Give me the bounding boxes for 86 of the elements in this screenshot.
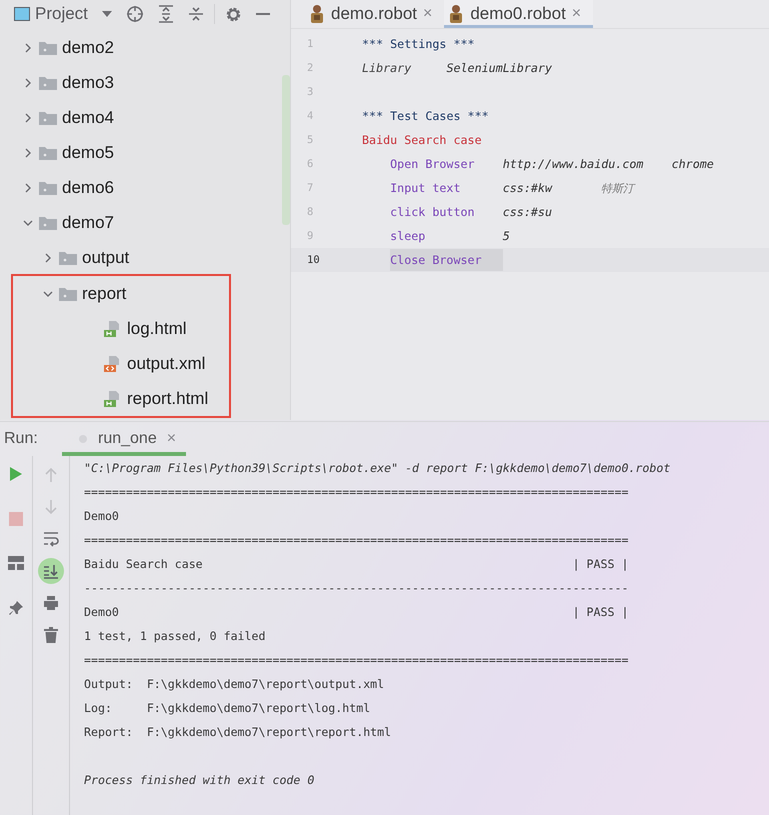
collapse-all-icon[interactable] <box>188 5 204 23</box>
code-token: sleep <box>390 229 426 243</box>
line-number: 7 <box>306 182 314 194</box>
separator-line: ------------------------------------------------------------------------------ <box>84 580 630 597</box>
output-line: 1 test, 1 passed, 0 failed <box>84 628 266 645</box>
line-number: 2 <box>306 62 314 74</box>
run-tab[interactable]: run_one × <box>62 422 186 456</box>
command-line: "C:\Program Files\Python39\Scripts\robot.exe" -d report F:\gkkdemo\demo7\demo0.robot <box>84 460 670 477</box>
test-name: Demo0 <box>84 604 119 621</box>
code-token: css:#kw <box>502 180 554 196</box>
run-icon[interactable] <box>9 466 23 482</box>
code-token: Open Browser <box>390 157 476 171</box>
line-number: 3 <box>306 86 314 98</box>
code-token: SeleniumLibrary <box>446 61 552 75</box>
output-line: Log: F:\gkkdemo\demo7\report\log.html <box>84 700 372 717</box>
line-number: 10 <box>306 254 321 266</box>
folder-icon <box>39 110 57 124</box>
output-line: Report: F:\gkkdemo\demo7\report\report.html <box>84 724 392 741</box>
trash-icon[interactable] <box>44 627 58 643</box>
test-name: Baidu Search case <box>84 556 203 573</box>
line-number: 1 <box>306 38 314 50</box>
editor-tab[interactable]: demo.robot × <box>305 0 444 28</box>
code-token: Library <box>362 61 412 75</box>
robot-file-icon <box>448 4 464 24</box>
folder-icon <box>39 146 57 160</box>
test-status: | PASS | <box>572 604 628 621</box>
file-name[interactable]: output.xml <box>127 354 206 374</box>
file-name[interactable]: log.html <box>127 318 187 338</box>
panel-title[interactable]: Project <box>35 4 88 24</box>
editor-tab[interactable]: demo0.robot × <box>444 0 594 28</box>
pin-icon[interactable] <box>8 600 24 616</box>
code-token: http://www.baidu.com <box>502 157 644 171</box>
folder-name[interactable]: demo5 <box>62 142 114 162</box>
separator-line: ============================================================================== <box>84 652 630 669</box>
code-token: *** Settings *** <box>362 37 475 51</box>
code-token: css:#su <box>502 205 553 219</box>
console-tool-button[interactable] <box>38 558 64 584</box>
code-token: Input text <box>390 180 462 196</box>
code-token: chrome <box>672 157 714 171</box>
folder-name[interactable]: demo4 <box>62 108 114 128</box>
folder-icon <box>39 40 57 54</box>
panel-window-icon <box>14 7 30 21</box>
minimize-icon[interactable] <box>256 12 270 16</box>
soft-wrap-icon[interactable] <box>43 531 59 547</box>
code-token: 特斯汀 <box>601 180 634 196</box>
line-number: 9 <box>306 230 314 242</box>
code-token: *** Test Cases *** <box>362 109 489 123</box>
output-line: Demo0 <box>84 508 120 525</box>
robot-file-icon <box>309 4 325 24</box>
scroll-to-end-icon[interactable] <box>43 563 59 579</box>
html-file-icon <box>103 320 121 338</box>
folder-name[interactable]: demo6 <box>62 178 114 198</box>
folder-name[interactable]: report <box>82 284 126 304</box>
line-number: 8 <box>306 206 314 218</box>
settings-icon[interactable] <box>224 6 242 22</box>
test-status: | PASS | <box>572 556 628 573</box>
folder-icon <box>59 286 77 300</box>
folder-icon <box>59 250 77 264</box>
code-token: 5 <box>502 229 511 243</box>
xml-file-icon <box>103 354 121 372</box>
exit-message: Process finished with exit code 0 <box>84 772 316 789</box>
dropdown-caret-icon[interactable] <box>102 11 112 17</box>
folder-name[interactable]: output <box>82 248 130 268</box>
folder-name[interactable]: demo3 <box>62 72 114 92</box>
code-token: Baidu Search case <box>362 133 482 147</box>
folder-icon <box>39 180 57 194</box>
file-name[interactable]: report.html <box>127 388 208 408</box>
folder-icon <box>39 216 57 230</box>
code-token: Close Browser <box>390 249 503 271</box>
line-number: 5 <box>306 134 314 146</box>
layout-icon[interactable] <box>8 556 24 570</box>
line-number: 4 <box>306 110 314 122</box>
folder-name[interactable]: demo2 <box>62 38 114 58</box>
output-line: Output: F:\gkkdemo\demo7\report\output.xml <box>84 676 386 693</box>
expand-all-icon[interactable] <box>158 5 174 23</box>
folder-name[interactable]: demo7 <box>62 212 114 232</box>
separator-line: ============================================================================== <box>84 484 630 501</box>
html-file-icon <box>103 390 121 408</box>
folder-icon <box>39 76 57 90</box>
crosshair-icon[interactable] <box>126 5 144 23</box>
run-label: Run: <box>3 430 39 448</box>
separator-line: ============================================================================== <box>84 532 630 549</box>
scrollbar[interactable] <box>282 75 290 225</box>
print-icon[interactable] <box>43 595 59 611</box>
line-number: 6 <box>306 158 314 170</box>
code-token: click button <box>390 205 476 219</box>
